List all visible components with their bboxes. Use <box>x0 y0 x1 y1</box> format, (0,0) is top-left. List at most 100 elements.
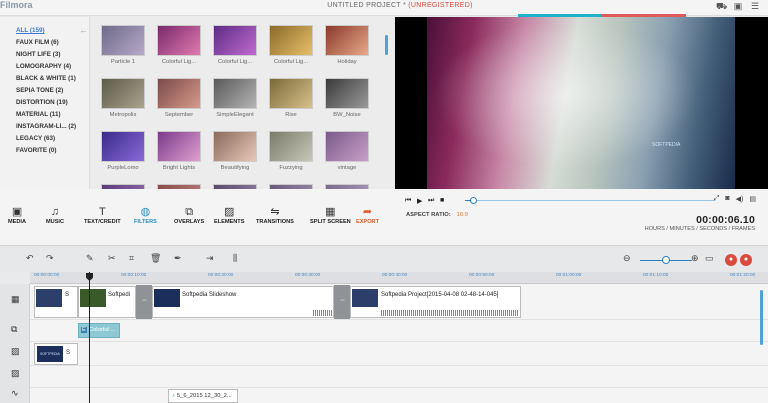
filter-thumbnail[interactable] <box>269 25 313 56</box>
transition-block[interactable]: ⇔ <box>136 285 152 319</box>
record-voice-icon[interactable]: ● <box>725 254 737 266</box>
filter-category[interactable]: FAVORITE (0) <box>16 147 56 154</box>
fullscreen-icon[interactable]: ⤢ <box>714 195 720 203</box>
split-audio-icon[interactable]: ⫼ <box>233 253 237 264</box>
aspect-ratio-value[interactable]: 16:9 <box>457 212 468 218</box>
filter-category[interactable]: FAUX FILM (6) <box>16 39 59 46</box>
video-clip[interactable]: Softpedia Slideshow <box>152 286 334 318</box>
filter-item[interactable]: Rise <box>269 78 313 118</box>
media-tool[interactable]: ▣ MEDIA <box>8 205 26 225</box>
filter-category[interactable]: DISTORTION (19) <box>16 99 68 106</box>
elements-tool[interactable]: ▨ ELEMENTS <box>214 205 244 225</box>
video-clip[interactable]: Softpedi <box>78 286 136 318</box>
playhead-line[interactable] <box>89 272 90 403</box>
filters-tool[interactable]: ◍ FILTERS <box>134 205 157 225</box>
pencil-icon[interactable]: ✎ <box>86 253 94 264</box>
filter-item[interactable]: Fuzzying <box>269 131 313 171</box>
effect-clip[interactable]: E Colorful ... <box>78 323 120 338</box>
filter-category[interactable]: LEGACY (63) <box>16 135 55 142</box>
transitions-tool[interactable]: ⇋ TRANSITIONS <box>256 205 294 225</box>
video-clip[interactable]: Softpedia Project[2015-04-08 02-48-14-04… <box>350 286 521 318</box>
record-screen-icon[interactable]: ● <box>740 254 752 266</box>
snapshot-icon[interactable]: ◙ <box>725 195 729 203</box>
filter-item[interactable]: Holiday <box>325 25 369 65</box>
filter-thumbnail[interactable] <box>213 25 257 56</box>
filter-thumbnail[interactable] <box>157 131 201 162</box>
filter-thumbnail[interactable] <box>213 78 257 109</box>
overlays-tool[interactable]: ⧉ OVERLAYS <box>174 205 204 225</box>
timeline-ruler[interactable]: 00:00:00:00 00:00:10:00 00:00:20:00 00:00:3… <box>30 272 768 284</box>
export-tool[interactable]: ➦ EXPORT <box>356 205 379 225</box>
filter-category[interactable]: INSTAGRAM-LI... (2) <box>16 123 76 130</box>
delete-icon[interactable]: 🗑 <box>150 253 161 264</box>
fit-timeline-icon[interactable]: ▭ <box>705 253 714 264</box>
zoom-in-icon[interactable]: ⊕ <box>691 253 699 264</box>
filter-item[interactable]: Beautifying <box>213 131 257 171</box>
filter-item[interactable]: Colorful Lig... <box>213 25 257 65</box>
music-tool[interactable]: ♫ MUSIC <box>46 205 64 225</box>
crop-icon[interactable]: ⌗ <box>129 253 134 264</box>
undo-icon[interactable]: ↶ <box>26 253 34 264</box>
menu-icon[interactable]: ☰ <box>750 1 760 11</box>
pip-clip[interactable]: SOFTPEDIA S <box>34 343 78 365</box>
filter-item[interactable]: vintage <box>325 131 369 171</box>
filter-thumbnail[interactable] <box>157 25 201 56</box>
zoom-knob[interactable] <box>662 256 670 264</box>
cut-icon[interactable]: ✂ <box>108 253 116 264</box>
tool-label: FILTERS <box>134 219 157 225</box>
redo-icon[interactable]: ↷ <box>46 253 54 264</box>
filter-category[interactable]: MATERIAL (11) <box>16 111 61 118</box>
filter-item[interactable]: Metropolis <box>101 78 145 118</box>
volume-icon[interactable]: ◀) <box>736 195 744 203</box>
filter-thumbnail[interactable] <box>101 25 145 56</box>
filter-item[interactable]: PurpleLomo <box>101 131 145 171</box>
back-arrow-icon[interactable]: ← <box>79 25 88 35</box>
filter-category[interactable]: LOMOGRAPHY (4) <box>16 63 71 70</box>
filter-scrollbar[interactable] <box>385 35 388 55</box>
filter-item[interactable]: Colorful Lig... <box>269 25 313 65</box>
filter-thumbnail[interactable] <box>157 78 201 109</box>
account-icon[interactable]: ▣ <box>733 1 743 11</box>
playback-progress[interactable] <box>465 197 715 204</box>
filter-item[interactable]: Bright Lights <box>157 131 201 171</box>
filter-item[interactable]: Colorful Lig... <box>157 25 201 65</box>
play-icon[interactable]: ▶ <box>417 197 422 205</box>
filter-thumbnail[interactable] <box>325 131 369 162</box>
filter-thumbnail[interactable] <box>213 131 257 162</box>
filter-category[interactable]: ALL (159) <box>16 27 45 34</box>
video-clip[interactable]: S <box>34 286 78 318</box>
filter-item[interactable]: September <box>157 78 201 118</box>
cart-icon[interactable]: ⛟ <box>716 1 727 11</box>
main-toolbar: ▣ MEDIA ♫ MUSIC T TEXT/CREDIT ◍ FILTERS ⧉ OVERLAY… <box>0 189 395 245</box>
transition-block[interactable]: ⇔ <box>334 285 350 319</box>
stop-icon[interactable]: ■ <box>440 197 444 204</box>
speed-icon[interactable]: ⇥ <box>206 253 214 264</box>
media-icon: ▣ <box>11 206 23 218</box>
aspect-ratio-label: ASPECT RATIO: <box>406 212 451 218</box>
split-screen-tool[interactable]: ▦ SPLIT SCREEN <box>310 205 351 225</box>
filter-thumbnail[interactable] <box>101 78 145 109</box>
progress-knob[interactable] <box>469 197 477 204</box>
filter-item[interactable]: BW_Noise <box>325 78 369 118</box>
filter-thumbnail[interactable] <box>269 131 313 162</box>
timeline-scrollbar[interactable] <box>760 290 763 345</box>
step-forward-icon[interactable]: ⏭ <box>428 197 434 205</box>
filter-thumbnail[interactable] <box>101 131 145 162</box>
settings-icon[interactable]: ▤ <box>749 195 756 203</box>
color-picker-icon[interactable]: ✒ <box>174 253 182 264</box>
zoom-out-icon[interactable]: ⊖ <box>623 253 631 264</box>
text-credit-tool[interactable]: T TEXT/CREDIT <box>84 205 121 225</box>
filter-category[interactable]: NIGHT LIFE (3) <box>16 51 60 58</box>
pip-track-2-icon: ▨ <box>11 368 20 378</box>
audio-label: 5_6_2015 12_30_2... <box>176 393 232 399</box>
filter-category[interactable]: BLACK & WHITE (1) <box>16 75 76 82</box>
filter-thumbnail[interactable] <box>325 25 369 56</box>
step-back-icon[interactable]: ⏮ <box>405 197 411 205</box>
ruler-tick: 00:00:30:00 <box>295 273 321 278</box>
filter-thumbnail[interactable] <box>325 78 369 109</box>
audio-clip[interactable]: ♪ 5_6_2015 12_30_2... <box>168 389 238 403</box>
filter-item[interactable]: Particle 1 <box>101 25 145 65</box>
filter-category[interactable]: SEPIA TONE (2) <box>16 87 63 94</box>
filter-thumbnail[interactable] <box>269 78 313 109</box>
filter-item[interactable]: SimpleElegant <box>213 78 257 118</box>
